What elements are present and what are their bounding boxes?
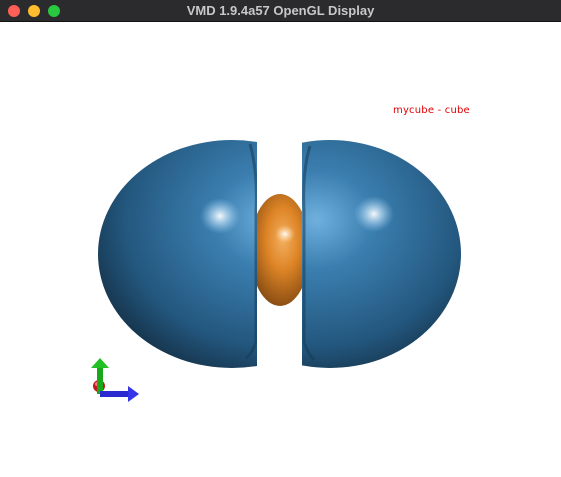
vmd-window: VMD 1.9.4a57 OpenGL Display mycube - cub… — [0, 0, 561, 477]
orbital-render — [91, 140, 461, 402]
molecule-label: mycube - cube — [393, 105, 470, 116]
axes-indicator — [91, 358, 139, 402]
title-bar[interactable]: VMD 1.9.4a57 OpenGL Display — [0, 0, 561, 22]
window-title: VMD 1.9.4a57 OpenGL Display — [186, 3, 375, 18]
orange-lobe — [250, 194, 310, 306]
opengl-viewport[interactable]: mycube - cube — [0, 22, 561, 477]
x-axis-arrow — [100, 386, 139, 402]
